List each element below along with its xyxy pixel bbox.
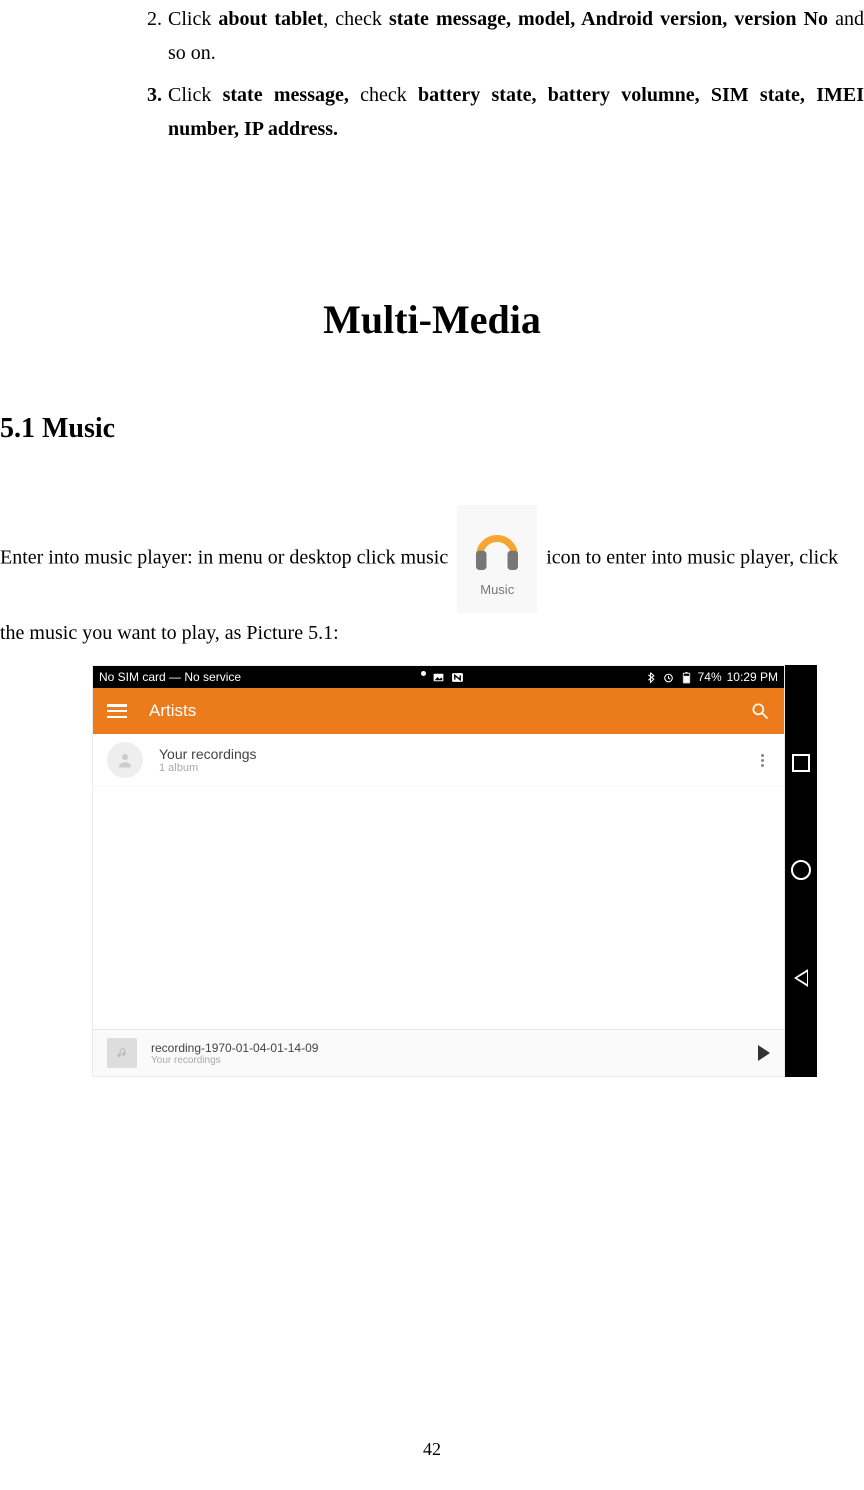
now-playing-title: recording-1970-01-04-01-14-09 (151, 1041, 758, 1055)
numbered-list: 2. Click about tablet, check state messa… (0, 2, 864, 146)
headphone-icon (469, 521, 525, 577)
now-playing-thumbnail (107, 1038, 137, 1068)
now-playing-bar[interactable]: recording-1970-01-04-01-14-09 Your recor… (93, 1029, 784, 1076)
search-icon[interactable] (750, 701, 770, 721)
status-battery-percent: 74% (698, 670, 722, 684)
status-time: 10:29 PM (727, 670, 778, 684)
list-number: 3. (120, 78, 168, 146)
para-pre: Enter into music player: in menu or desk… (0, 547, 448, 569)
text: Click (168, 8, 218, 30)
artist-row-text: Your recordings 1 album (159, 746, 754, 774)
text: , check (323, 8, 389, 30)
list-item-3: 3. Click state message, check battery st… (120, 78, 864, 146)
app-bar: Artists (93, 688, 784, 734)
artist-avatar-placeholder (107, 742, 143, 778)
artist-row[interactable]: Your recordings 1 album (93, 734, 784, 787)
list-body: Click state message, check battery state… (168, 78, 864, 146)
artist-title: Your recordings (159, 746, 754, 762)
bold-text: state message, model, Android version, v… (389, 8, 828, 30)
screen-content: No SIM card — No service 74% 10:29 PM (92, 665, 785, 1077)
nav-home-icon[interactable] (791, 860, 811, 880)
play-icon[interactable] (758, 1045, 770, 1061)
text: Click (168, 84, 223, 106)
status-bar: No SIM card — No service 74% 10:29 PM (93, 666, 784, 688)
now-playing-text: recording-1970-01-04-01-14-09 Your recor… (151, 1041, 758, 1066)
paragraph: Enter into music player: in menu or desk… (0, 505, 864, 653)
appbar-title: Artists (149, 701, 750, 721)
status-sim-text: No SIM card — No service (99, 670, 241, 684)
bold-text: about tablet (218, 8, 323, 30)
list-item-2: 2. Click about tablet, check state messa… (120, 2, 864, 70)
section-title: 5.1 Music (0, 413, 864, 445)
chapter-title: Multi-Media (0, 296, 864, 343)
artist-subtitle: 1 album (159, 762, 754, 774)
status-picture-icon (432, 671, 445, 684)
music-note-icon (115, 1046, 129, 1060)
bluetooth-icon (644, 671, 657, 684)
nav-back-icon[interactable] (794, 969, 808, 987)
empty-list-area (93, 787, 784, 1029)
page-number: 42 (0, 1439, 864, 1460)
text: check (349, 84, 418, 106)
bold-text: state message, (223, 84, 349, 106)
system-nav-bar (785, 665, 817, 1077)
status-n-icon (451, 671, 464, 684)
music-icon-label: Music (457, 577, 537, 603)
more-options-icon[interactable] (754, 754, 770, 767)
person-icon (116, 751, 134, 769)
list-number: 2. (120, 2, 168, 70)
menu-icon[interactable] (107, 704, 127, 718)
music-app-icon: Music (457, 505, 537, 613)
battery-icon (680, 671, 693, 684)
now-playing-subtitle: Your recordings (151, 1055, 758, 1066)
nav-recent-icon[interactable] (792, 754, 810, 772)
alarm-icon (662, 671, 675, 684)
music-player-screenshot: No SIM card — No service 74% 10:29 PM (92, 665, 817, 1077)
list-body: Click about tablet, check state message,… (168, 2, 864, 70)
status-notification-icon (421, 671, 426, 676)
